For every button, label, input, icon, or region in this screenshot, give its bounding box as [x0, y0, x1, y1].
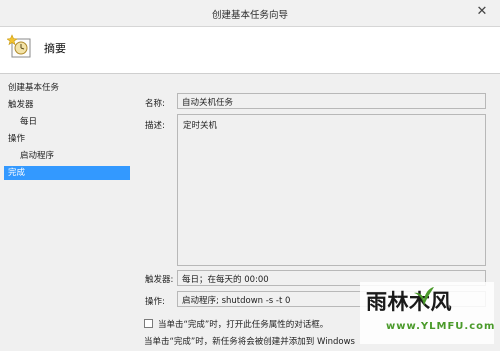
- open-properties-checkbox[interactable]: [144, 319, 153, 328]
- wizard-steps-nav: 创建基本任务 触发器 每日 操作 启动程序 完成: [0, 80, 135, 351]
- title-bar: 创建基本任务向导 ✕: [0, 0, 500, 27]
- site-watermark: 雨林木风 www.YLMFU.com: [360, 282, 494, 344]
- finish-note: 当单击“完成”时，新任务将会被创建并添加到 Windows: [144, 337, 355, 347]
- open-properties-label[interactable]: 当单击“完成”时，打开此任务属性的对话框。: [158, 318, 328, 330]
- close-button[interactable]: ✕: [468, 3, 496, 21]
- page-title: 摘要: [44, 42, 66, 55]
- nav-step-create-basic-task[interactable]: 创建基本任务: [8, 81, 59, 95]
- description-label: 描述:: [145, 121, 165, 131]
- nav-step-finish[interactable]: 完成: [4, 166, 130, 180]
- leaf-icon: [414, 287, 434, 306]
- nav-step-trigger[interactable]: 触发器: [8, 98, 34, 112]
- clock-task-icon: [7, 34, 31, 58]
- wizard-header: 摘要: [0, 27, 500, 74]
- watermark-logo-text: 雨林木风: [366, 289, 452, 314]
- name-field[interactable]: 自动关机任务: [177, 93, 486, 109]
- nav-step-daily[interactable]: 每日: [20, 115, 37, 129]
- nav-step-action[interactable]: 操作: [8, 132, 25, 146]
- name-label: 名称:: [145, 99, 165, 109]
- action-label: 操作:: [145, 297, 165, 307]
- trigger-label: 触发器:: [145, 275, 174, 285]
- nav-step-start-program[interactable]: 启动程序: [20, 149, 54, 163]
- window-title: 创建基本任务向导: [211, 10, 288, 21]
- description-field[interactable]: 定时关机: [177, 114, 486, 266]
- watermark-url: www.YLMFU.com: [386, 321, 496, 332]
